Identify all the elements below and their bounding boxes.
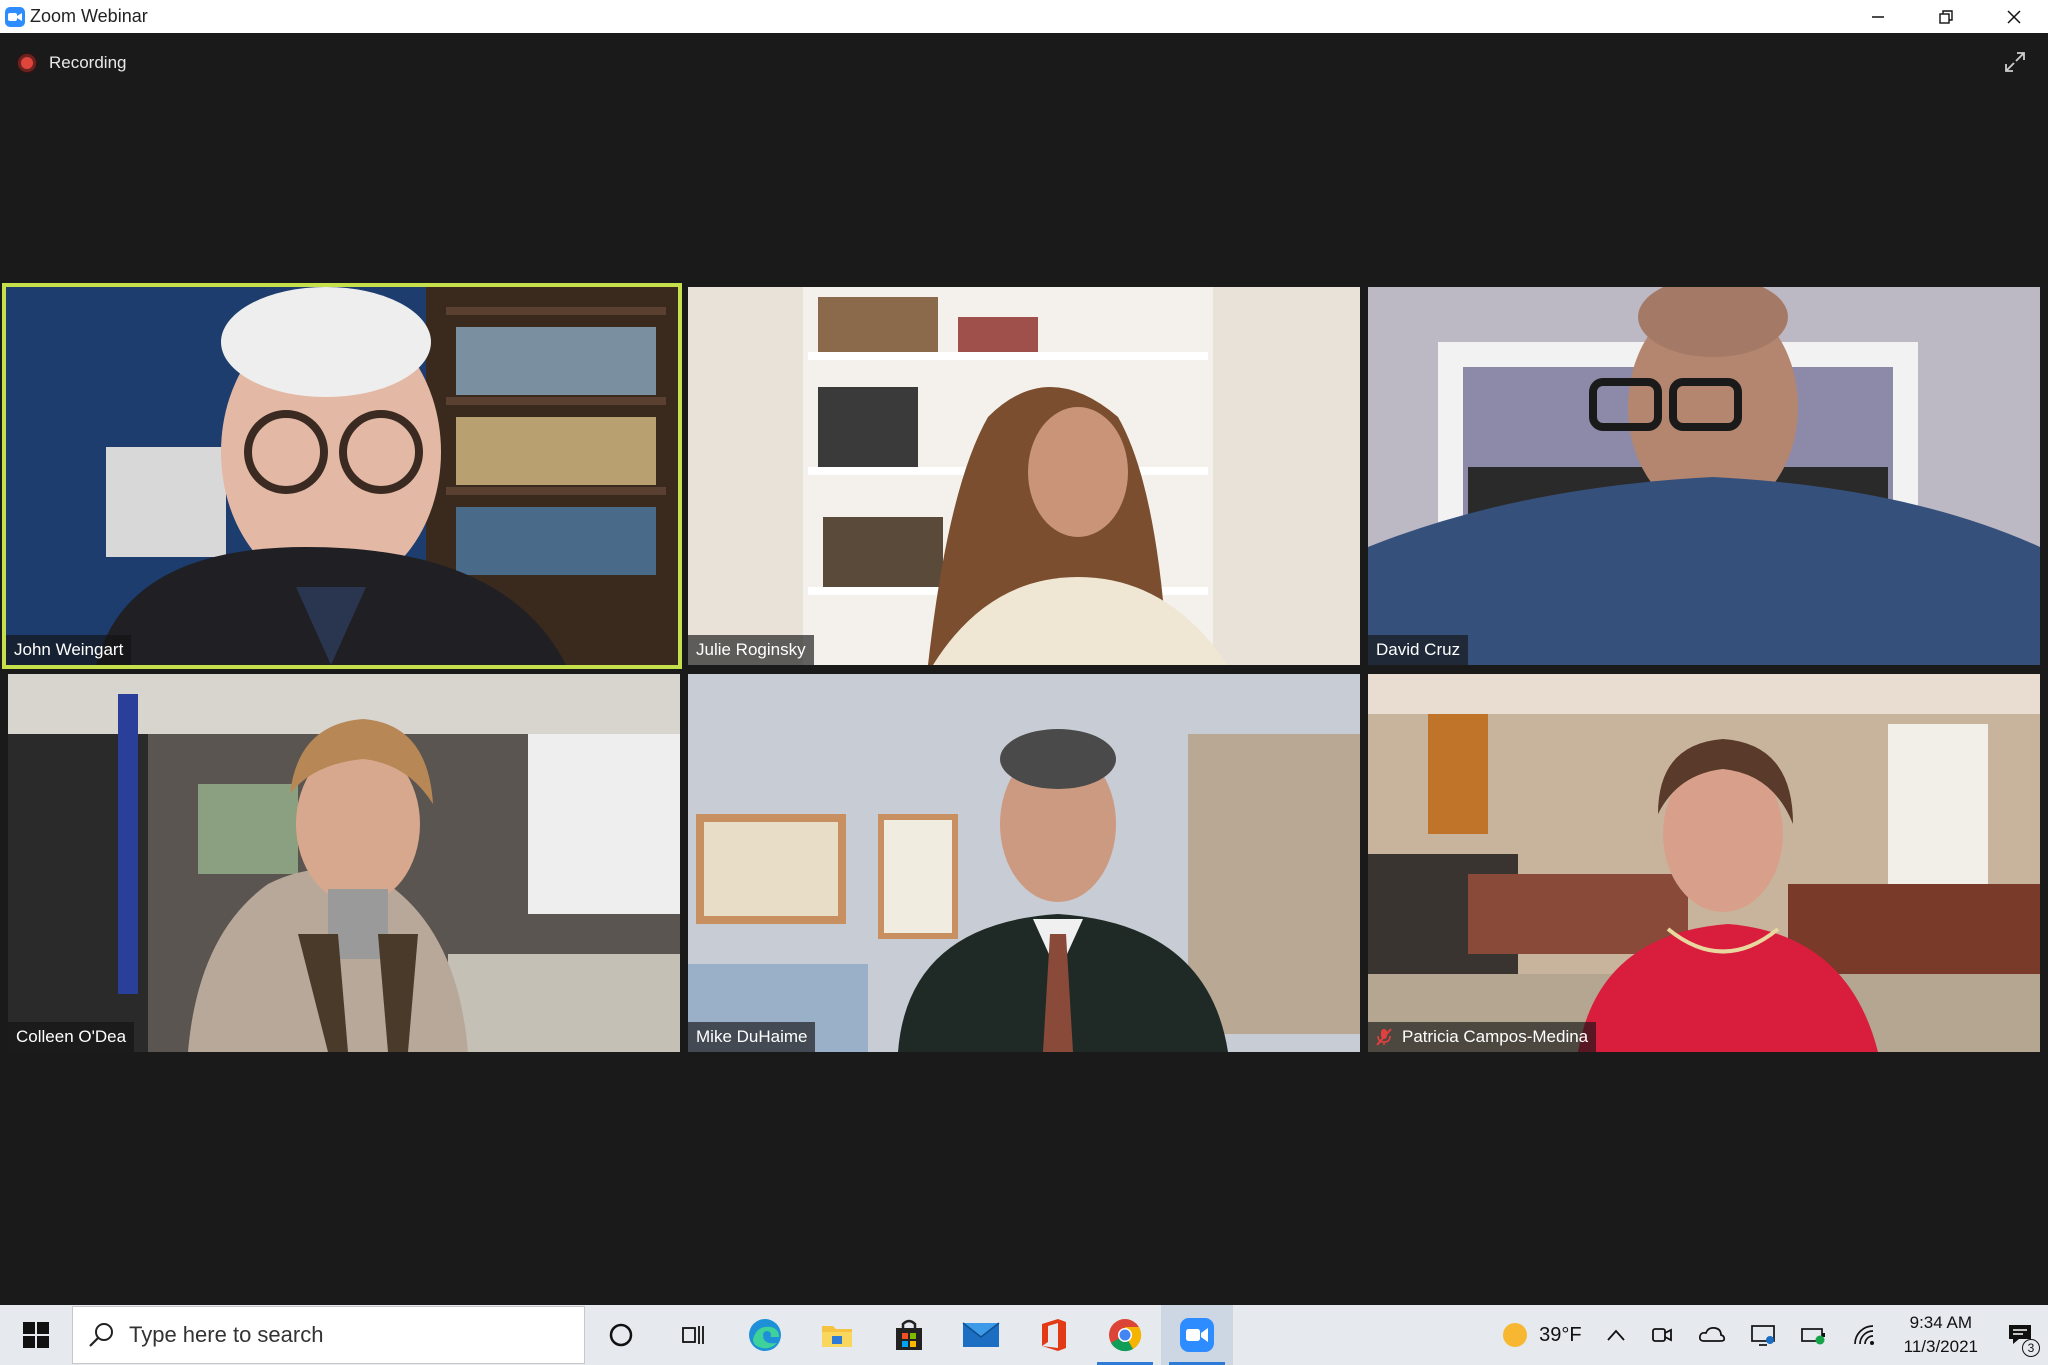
mail-envelope-icon: [962, 1322, 1000, 1347]
participant-video: [8, 674, 680, 1052]
window-titlebar: Zoom Webinar: [0, 0, 2048, 33]
action-center-button[interactable]: 3: [1992, 1305, 2048, 1365]
search-icon: [89, 1323, 113, 1347]
window-title: Zoom Webinar: [30, 6, 148, 26]
participant-name-tag: David Cruz: [1368, 635, 1469, 665]
task-view-icon: [682, 1326, 704, 1344]
participant-video: [688, 287, 1360, 665]
wifi-icon: [1853, 1325, 1874, 1345]
video-tile-david-cruz[interactable]: David Cruz: [1368, 287, 2040, 665]
show-hidden-icons-button[interactable]: [1594, 1305, 1638, 1365]
windows-taskbar: 39°F 9:34 AM 11/3/2021 3: [0, 1305, 2048, 1365]
display-tray-icon: [1750, 1325, 1775, 1346]
system-tray: 39°F 9:34 AM 11/3/2021 3: [1489, 1305, 2048, 1365]
tray-screen-share[interactable]: [1738, 1305, 1788, 1365]
participant-name-tag: Patricia Campos-Medina: [1368, 1022, 1597, 1052]
video-tile-julie-roginsky[interactable]: Julie Roginsky: [688, 287, 1360, 665]
expand-icon: [2005, 52, 2025, 72]
recording-label: Recording: [49, 53, 127, 72]
taskbar-app-file-explorer[interactable]: [801, 1305, 873, 1365]
taskbar-app-zoom[interactable]: [1161, 1305, 1233, 1365]
search-input[interactable]: [129, 1322, 529, 1348]
weather-widget[interactable]: 39°F: [1489, 1305, 1593, 1365]
cortana-button[interactable]: [585, 1305, 657, 1365]
participant-name: Patricia Campos-Medina: [1402, 1027, 1589, 1046]
window-controls: [1844, 0, 2048, 33]
recording-indicator[interactable]: Recording: [18, 53, 127, 73]
start-button[interactable]: [0, 1305, 72, 1365]
notification-count-badge: 3: [2022, 1339, 2040, 1357]
participant-name: David Cruz: [1376, 640, 1461, 659]
folder-icon: [822, 1326, 852, 1347]
zoom-app-icon: [1180, 1318, 1214, 1352]
webinar-stage: Recording John Weingart Julie Roginsky D…: [0, 33, 2048, 1305]
recording-dot-icon: [18, 54, 36, 72]
participant-video: [1368, 287, 2040, 665]
video-tile-mike-duhaime[interactable]: Mike DuHaime: [688, 674, 1360, 1052]
taskbar-app-store[interactable]: [873, 1305, 945, 1365]
store-bag-icon: [896, 1319, 922, 1350]
restore-button[interactable]: [1912, 0, 1980, 33]
taskbar-clock[interactable]: 9:34 AM 11/3/2021: [1890, 1305, 1992, 1365]
taskbar-app-office[interactable]: [1017, 1305, 1089, 1365]
battery-charging-icon: [1800, 1328, 1825, 1345]
clock-time: 9:34 AM: [1909, 1313, 1972, 1332]
taskbar-app-mail[interactable]: [945, 1305, 1017, 1365]
participant-video: [688, 674, 1360, 1052]
zoom-logo-icon: [5, 6, 25, 27]
sun-weather-icon: [1503, 1323, 1528, 1347]
video-tile-patricia-campos-medina[interactable]: Patricia Campos-Medina: [1368, 674, 2040, 1052]
participant-name: John Weingart: [14, 640, 124, 659]
participant-name-tag: John Weingart: [6, 635, 132, 665]
cortana-circle-icon: [609, 1323, 633, 1347]
task-view-button[interactable]: [657, 1305, 729, 1365]
taskbar-search-box[interactable]: [72, 1306, 585, 1364]
participant-name-tag: Julie Roginsky: [688, 635, 814, 665]
muted-microphone-icon: [1376, 1028, 1392, 1046]
chevron-up-icon: [1606, 1329, 1625, 1341]
minimize-button[interactable]: [1844, 0, 1912, 33]
participant-name-tag: Mike DuHaime: [688, 1022, 816, 1052]
tray-meet-now[interactable]: [1638, 1305, 1686, 1365]
taskbar-app-chrome[interactable]: [1089, 1305, 1161, 1365]
participant-name-tag: Colleen O'Dea: [8, 1022, 135, 1052]
tray-onedrive[interactable]: [1686, 1305, 1738, 1365]
video-tile-john-weingart[interactable]: John Weingart: [2, 283, 682, 669]
minimize-icon: [1872, 15, 1884, 18]
windows-logo-icon: [23, 1322, 49, 1348]
close-icon: [2007, 9, 2021, 24]
chrome-browser-icon: [1109, 1319, 1142, 1352]
tray-wifi[interactable]: [1840, 1305, 1890, 1365]
close-button[interactable]: [1980, 0, 2048, 33]
restore-icon: [1939, 9, 1953, 24]
participant-name: Mike DuHaime: [696, 1027, 808, 1046]
clock-date: 11/3/2021: [1903, 1337, 1978, 1356]
weather-temperature: 39°F: [1539, 1323, 1582, 1346]
participant-name: Julie Roginsky: [696, 640, 806, 659]
participant-video: [1368, 674, 2040, 1052]
office-logo-icon: [1042, 1319, 1066, 1351]
edge-browser-icon: [749, 1319, 781, 1351]
participant-name: Colleen O'Dea: [16, 1027, 127, 1046]
video-tile-colleen-odea[interactable]: Colleen O'Dea: [8, 674, 680, 1052]
camera-tray-icon: [1651, 1328, 1672, 1342]
participant-video: [6, 287, 678, 665]
tray-battery[interactable]: [1788, 1305, 1840, 1365]
fullscreen-button[interactable]: [2000, 47, 2030, 77]
taskbar-app-edge[interactable]: [729, 1305, 801, 1365]
cloud-sync-icon: [1698, 1327, 1725, 1342]
